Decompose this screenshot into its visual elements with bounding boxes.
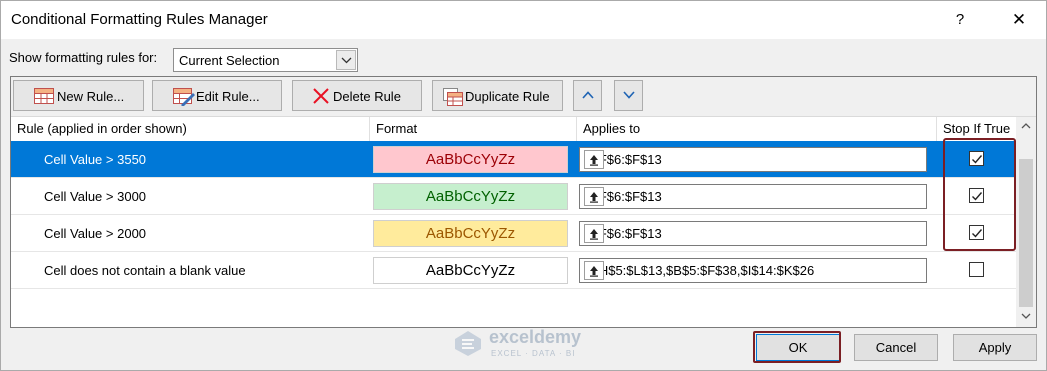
stop-if-true-checkbox[interactable] (969, 262, 984, 277)
collapse-range-icon[interactable] (584, 150, 604, 169)
move-up-button[interactable] (573, 80, 602, 111)
column-header-format-label: Format (376, 121, 418, 136)
rule-row[interactable]: Cell Value > 3000 AaBbCcYyZz =$F$6:$F$13 (11, 178, 1016, 215)
edit-rule-button[interactable]: Edit Rule... (152, 80, 282, 111)
ok-button-highlight (753, 331, 841, 363)
move-down-button[interactable] (614, 80, 643, 111)
show-rules-label: Show formatting rules for: (9, 50, 158, 65)
chevron-down-icon[interactable] (336, 50, 356, 70)
scroll-down-icon[interactable] (1021, 313, 1031, 319)
column-header-applies-label: Applies to (583, 121, 641, 136)
column-header-stop-label: Stop If True (943, 121, 1011, 136)
rule-description: Cell Value > 3550 (44, 152, 147, 167)
rule-row[interactable]: Cell Value > 3550 AaBbCcYyZz =$F$6:$F$13 (11, 141, 1016, 178)
close-button[interactable]: ✕ (1004, 5, 1034, 35)
applies-to-field[interactable]: =$H$5:$L$13,$B$5:$F$38,$I$14:$K$26 (579, 258, 927, 283)
new-rule-button[interactable]: New Rule... (13, 80, 144, 111)
column-header-rule[interactable]: Rule (applied in order shown) (11, 117, 370, 141)
duplicate-rule-label: Duplicate Rule (465, 89, 550, 104)
format-preview: AaBbCcYyZz (373, 220, 568, 247)
applies-to-field[interactable]: =$F$6:$F$13 (579, 184, 927, 209)
applies-to-field[interactable]: =$F$6:$F$13 (579, 147, 927, 172)
delete-rule-label: Delete Rule (333, 89, 401, 104)
title-bar: Conditional Formatting Rules Manager ? ✕ (1, 1, 1046, 39)
rules-manager-dialog: Conditional Formatting Rules Manager ? ✕… (0, 0, 1047, 371)
watermark-tagline: EXCEL · DATA · BI (491, 349, 576, 358)
new-rule-icon (34, 88, 54, 107)
applies-to-field[interactable]: =$F$6:$F$13 (579, 221, 927, 246)
apply-button[interactable]: Apply (953, 334, 1037, 361)
collapse-range-icon[interactable] (584, 224, 604, 243)
rules-panel: New Rule... Edit Rule... Delete Rule Dup… (10, 76, 1037, 328)
delete-rule-button[interactable]: Delete Rule (292, 80, 422, 111)
chevron-up-icon (582, 91, 594, 99)
rule-description: Cell Value > 3000 (44, 189, 147, 204)
edit-rule-label: Edit Rule... (196, 89, 260, 104)
rule-description: Cell Value > 2000 (44, 226, 147, 241)
watermark-name: exceldemy (489, 327, 582, 347)
rule-description: Cell does not contain a blank value (44, 263, 246, 278)
scrollbar-thumb[interactable] (1019, 159, 1033, 307)
rule-row[interactable]: Cell Value > 2000 AaBbCcYyZz =$F$6:$F$13 (11, 215, 1016, 252)
column-header-rule-label: Rule (applied in order shown) (17, 121, 187, 136)
collapse-range-icon[interactable] (584, 261, 604, 280)
stop-if-true-highlight (943, 138, 1016, 251)
new-rule-label: New Rule... (57, 89, 125, 104)
exceldemy-watermark: exceldemy EXCEL · DATA · BI (453, 325, 603, 361)
vertical-scrollbar[interactable] (1016, 117, 1036, 327)
chevron-down-icon (623, 91, 635, 99)
exceldemy-logo-icon (455, 331, 481, 356)
scroll-up-icon[interactable] (1021, 123, 1031, 129)
rule-row[interactable]: Cell does not contain a blank value AaBbC… (11, 252, 1016, 289)
format-preview: AaBbCcYyZz (373, 257, 568, 284)
column-header-format[interactable]: Format (370, 117, 577, 141)
rules-toolbar: New Rule... Edit Rule... Delete Rule Dup… (11, 77, 1036, 117)
dialog-title: Conditional Formatting Rules Manager (11, 11, 268, 28)
applies-to-value: =$H$5:$L$13,$B$5:$F$38,$I$14:$K$26 (584, 263, 815, 278)
format-preview: AaBbCcYyZz (373, 146, 568, 173)
column-header-applies-to[interactable]: Applies to (577, 117, 937, 141)
collapse-range-icon[interactable] (584, 187, 604, 206)
cancel-button[interactable]: Cancel (854, 334, 938, 361)
duplicate-icon (443, 88, 463, 109)
edit-rule-icon (173, 88, 195, 109)
show-rules-dropdown[interactable]: Current Selection (173, 48, 358, 72)
duplicate-rule-button[interactable]: Duplicate Rule (432, 80, 563, 111)
help-button[interactable]: ? (947, 5, 973, 35)
format-preview: AaBbCcYyZz (373, 183, 568, 210)
delete-icon (313, 88, 329, 107)
show-rules-value: Current Selection (179, 53, 280, 68)
